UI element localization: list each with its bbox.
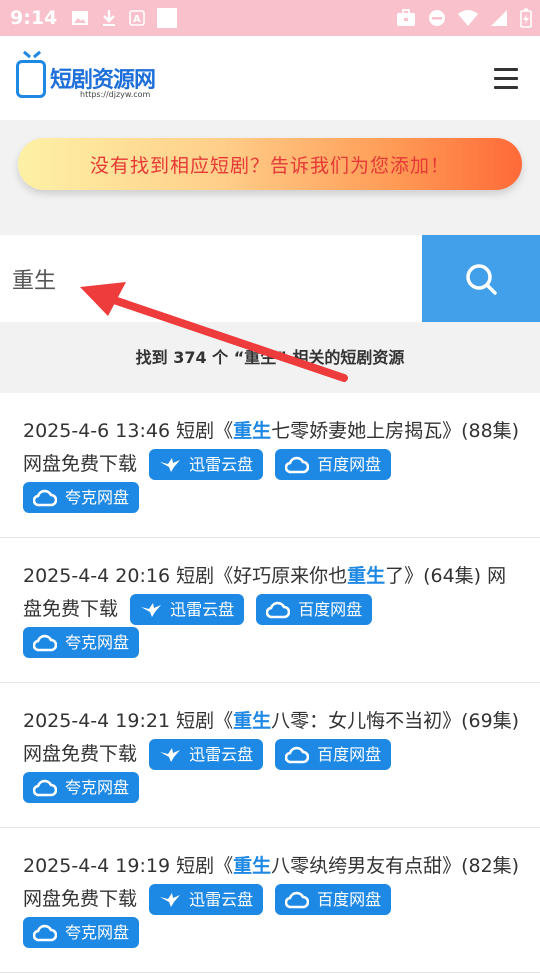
bird-icon bbox=[160, 892, 181, 907]
cloud-icon bbox=[266, 601, 291, 618]
tag-label: 迅雷云盘 bbox=[189, 455, 254, 474]
tag-label: 夸克网盘 bbox=[65, 633, 130, 652]
result-title-pre: 2025-4-4 19:19 短剧《 bbox=[23, 855, 234, 877]
result-item[interactable]: 2025-4-4 20:16 短剧《好巧原来你也重生了》(64集) 网盘免费下载… bbox=[0, 538, 540, 683]
baidu-pan-button[interactable]: 百度网盘 bbox=[275, 884, 392, 915]
quark-pan-button[interactable]: 夸克网盘 bbox=[23, 772, 140, 803]
result-item[interactable]: 2025-4-4 19:21 短剧《重生八零：女儿悔不当初》(69集) 网盘免费… bbox=[0, 683, 540, 828]
baidu-pan-button[interactable]: 百度网盘 bbox=[275, 449, 392, 480]
tag-label: 迅雷云盘 bbox=[189, 745, 254, 764]
status-time: 9:14 bbox=[10, 7, 58, 29]
tv-icon bbox=[16, 60, 46, 98]
search-row bbox=[0, 235, 540, 322]
cloud-icon bbox=[285, 891, 310, 908]
tag-label: 夸克网盘 bbox=[65, 488, 130, 507]
signal-icon bbox=[491, 10, 507, 26]
tag-label: 百度网盘 bbox=[317, 745, 382, 764]
request-drama-banner[interactable]: 没有找到相应短剧？告诉我们为您添加！ bbox=[18, 138, 522, 190]
result-title-highlight: 重生 bbox=[233, 710, 272, 732]
xunlei-pan-button[interactable]: 迅雷云盘 bbox=[149, 884, 264, 915]
cloud-icon bbox=[285, 746, 310, 763]
briefcase-icon bbox=[397, 9, 415, 26]
result-title-pre: 2025-4-4 19:21 短剧《 bbox=[23, 710, 234, 732]
result-title[interactable]: 2025-4-4 20:16 短剧《好巧原来你也重生了》(64集) 网盘免费下载… bbox=[23, 560, 523, 659]
tag-label: 夸克网盘 bbox=[65, 923, 130, 942]
battery-icon bbox=[520, 8, 532, 28]
hamburger-menu-icon[interactable] bbox=[494, 68, 518, 90]
result-title-highlight: 重生 bbox=[233, 855, 272, 877]
baidu-pan-button[interactable]: 百度网盘 bbox=[256, 594, 373, 625]
bird-icon bbox=[160, 457, 181, 472]
result-item[interactable]: 2025-4-6 13:46 短剧《重生七零娇妻她上房揭瓦》(88集) 网盘免费… bbox=[0, 393, 540, 538]
cloud-icon bbox=[33, 634, 57, 651]
logo-url: https://djzyw.com bbox=[80, 90, 151, 99]
xunlei-pan-button[interactable]: 迅雷云盘 bbox=[149, 449, 264, 480]
tag-label: 百度网盘 bbox=[317, 455, 382, 474]
result-title[interactable]: 2025-4-6 13:46 短剧《重生七零娇妻她上房揭瓦》(88集) 网盘免费… bbox=[23, 415, 523, 514]
bird-icon bbox=[141, 602, 162, 617]
xunlei-pan-button[interactable]: 迅雷云盘 bbox=[130, 594, 245, 625]
result-title[interactable]: 2025-4-4 19:19 短剧《重生八零纨绔男友有点甜》(82集) 网盘免费… bbox=[23, 850, 523, 949]
dnd-icon bbox=[429, 10, 445, 26]
result-title-pre: 2025-4-6 13:46 短剧《 bbox=[23, 420, 234, 442]
download-icon bbox=[103, 10, 116, 26]
cloud-icon bbox=[33, 489, 57, 506]
result-list: 2025-4-6 13:46 短剧《重生七零娇妻她上房揭瓦》(88集) 网盘免费… bbox=[0, 393, 540, 973]
wifi-icon bbox=[458, 10, 478, 26]
search-input[interactable] bbox=[0, 235, 422, 322]
tag-label: 迅雷云盘 bbox=[170, 600, 235, 619]
bird-icon bbox=[160, 747, 181, 762]
svg-text:A: A bbox=[133, 14, 141, 25]
image-icon bbox=[72, 11, 89, 25]
result-count: 找到 374 个 “重生” 相关的短剧资源 bbox=[0, 322, 540, 393]
site-logo[interactable]: 短剧资源网 https://djzyw.com bbox=[16, 56, 166, 104]
quark-pan-button[interactable]: 夸克网盘 bbox=[23, 917, 140, 948]
quark-pan-button[interactable]: 夸克网盘 bbox=[23, 627, 140, 658]
search-icon bbox=[466, 263, 497, 295]
cloud-icon bbox=[33, 779, 57, 796]
result-item[interactable]: 2025-4-4 19:19 短剧《重生八零纨绔男友有点甜》(82集) 网盘免费… bbox=[0, 828, 540, 973]
cloud-icon bbox=[285, 456, 310, 473]
search-button[interactable] bbox=[422, 235, 540, 322]
app-a-icon: A bbox=[129, 10, 146, 26]
baidu-pan-button[interactable]: 百度网盘 bbox=[275, 739, 392, 770]
tag-label: 百度网盘 bbox=[298, 600, 363, 619]
blank-square-icon bbox=[157, 8, 178, 28]
tag-label: 百度网盘 bbox=[317, 890, 382, 909]
result-title-highlight: 重生 bbox=[347, 565, 386, 587]
status-bar: 9:14 A bbox=[0, 0, 540, 36]
site-header: 短剧资源网 https://djzyw.com bbox=[0, 36, 540, 120]
result-title-highlight: 重生 bbox=[233, 420, 272, 442]
result-title[interactable]: 2025-4-4 19:21 短剧《重生八零：女儿悔不当初》(69集) 网盘免费… bbox=[23, 705, 523, 804]
xunlei-pan-button[interactable]: 迅雷云盘 bbox=[149, 739, 264, 770]
result-title-pre: 2025-4-4 20:16 短剧《好巧原来你也 bbox=[23, 565, 348, 587]
cloud-icon bbox=[33, 924, 57, 941]
quark-pan-button[interactable]: 夸克网盘 bbox=[23, 482, 140, 513]
tag-label: 迅雷云盘 bbox=[189, 890, 254, 909]
tag-label: 夸克网盘 bbox=[65, 778, 130, 797]
